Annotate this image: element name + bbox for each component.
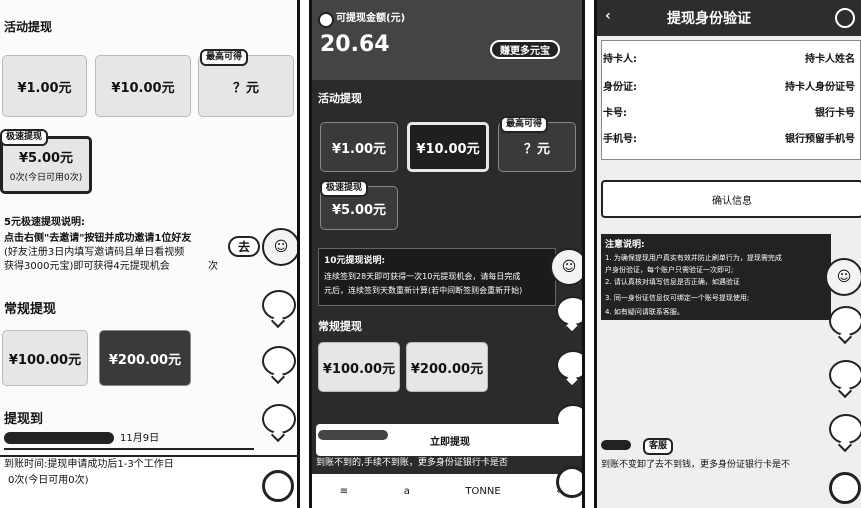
quick-count: 0次(今日可用0次): [9, 173, 83, 183]
notes-title: 10元提现说明:: [324, 256, 386, 266]
divider: [4, 448, 254, 450]
heart-bubble-icon: [829, 306, 861, 336]
chat-bubble-icon: [829, 360, 861, 390]
notes-line-3: 获得3000元宝)即可获得4元提现机会: [4, 261, 170, 272]
amount-card-200[interactable]: ¥200.00元: [406, 342, 488, 392]
earn-more-button[interactable]: 赚更多元宝: [490, 40, 560, 59]
heart-bubble-icon: [262, 290, 296, 320]
quick-amount: ¥5.00元: [18, 151, 74, 166]
quick-tag: 极速提现: [0, 129, 49, 146]
amount-card-1[interactable]: ¥1.00元: [320, 122, 398, 172]
record-date: 11月9日: [120, 433, 160, 444]
record-icon[interactable]: [262, 470, 294, 502]
ghost-icon: ☺: [825, 258, 861, 296]
regular-title: 常规提现: [4, 302, 57, 317]
withdraw-panel-1: 活动提现 ¥1.00元 ¥10.00元 ？元 最高可得 ¥5.00元 0次(今日…: [0, 0, 300, 508]
balance-label: 可提现金额(元): [336, 13, 406, 24]
field-label: 卡号:: [603, 107, 627, 119]
field-cardholder[interactable]: 持卡人: 持卡人姓名: [603, 46, 855, 68]
record-title: 提现到: [4, 412, 44, 427]
field-value[interactable]: 持卡人身份证号: [785, 78, 855, 93]
field-label: 手机号:: [603, 133, 637, 145]
notes-line-2: 元后，连续签到天数重新计算(若中间断签则会重新开始): [324, 286, 523, 295]
activity-title: 活动提现: [4, 20, 53, 34]
notes-line-5: 4. 如有疑问请联系客服。: [605, 308, 684, 316]
notes-line-1: 1. 为确保提现用户真实有效并防止刷单行为，提现需完成: [605, 254, 782, 262]
field-label: 身份证:: [603, 81, 637, 93]
user-bar: [601, 440, 631, 450]
nav-item-a[interactable]: a: [404, 486, 410, 497]
field-phone[interactable]: 手机号: 银行预留手机号: [603, 126, 855, 148]
amount-card-10[interactable]: ¥10.00元: [95, 55, 191, 117]
amount-card-10[interactable]: ¥10.00元: [407, 122, 489, 172]
id-verify-panel: ‹ 提现身份验证 持卡人: 持卡人姓名 身份证: 持卡人身份证号 卡号: 银行卡…: [594, 0, 861, 508]
notes-line-2: 户身份验证，每个账户只需验证一次即可;: [605, 266, 734, 274]
field-value[interactable]: 持卡人姓名: [805, 50, 855, 65]
record-icon[interactable]: [556, 466, 582, 498]
heart-bubble-icon: [556, 296, 582, 326]
amount-card-200[interactable]: ¥200.00元: [99, 330, 191, 386]
ghost-icon: ☺: [262, 228, 297, 266]
field-value[interactable]: 银行卡号: [815, 104, 855, 119]
chat-bubble-icon: [262, 404, 296, 434]
back-icon[interactable]: ‹: [605, 8, 611, 24]
notes-line-2: (好友注册3日内填写邀请码且单日看视频: [4, 247, 185, 258]
chat-bubble-icon: [556, 350, 582, 380]
field-value[interactable]: 银行预留手机号: [785, 130, 855, 145]
notes-title: 5元极速提现说明:: [4, 217, 85, 228]
footer-line: 到账不变卸了去不到钱，更多身份证银行卡是不: [601, 460, 791, 470]
invite-button[interactable]: 去: [228, 236, 261, 257]
footer-line-2: 0次(今日可用0次): [8, 475, 89, 486]
field-label: 持卡人:: [603, 53, 637, 65]
footer-line: 到账不到的,手续不到账，更多身份证银行卡是否: [316, 458, 508, 468]
ghost-icon: ☺: [550, 248, 582, 286]
notes-line-4: 3. 同一身份证信息仅可绑定一个账号提现使用;: [605, 294, 750, 302]
page-title: 提现身份验证: [667, 11, 751, 27]
field-card-number[interactable]: 卡号: 银行卡号: [603, 100, 855, 122]
notes-line-1: 点击右侧"去邀请"按钮并成功邀请1位好友: [4, 233, 192, 244]
amount-card-100[interactable]: ¥100.00元: [2, 330, 88, 386]
amount-card-1[interactable]: ¥1.00元: [2, 55, 87, 117]
nav-bar: ≡ a TONNE ‹: [312, 474, 582, 508]
service-tag: 客服: [643, 438, 674, 455]
withdraw-panel-2: 可提现金额(元) 20.64 赚更多元宝 活动提现 ¥1.00元 ¥10.00元…: [309, 0, 585, 508]
footer-line-1: 到账时间:提现申请成功后1-3个工作日: [4, 459, 174, 470]
field-id-card[interactable]: 身份证: 持卡人身份证号: [603, 74, 855, 96]
record-bar: [4, 432, 114, 444]
quick-tag: 极速提现: [320, 180, 369, 197]
menu-icon[interactable]: ≡: [340, 486, 348, 497]
amount-card-100[interactable]: ¥100.00元: [318, 342, 400, 392]
activity-title: 活动提现: [318, 92, 362, 105]
regular-title: 常规提现: [318, 320, 362, 333]
progress-bar: [318, 430, 388, 440]
balance-value: 20.64: [320, 32, 390, 57]
record-icon[interactable]: [829, 472, 861, 504]
coin-icon: [318, 12, 334, 28]
max-tag: 最高可得: [500, 116, 549, 133]
settings-icon[interactable]: [835, 8, 855, 28]
withdraw-button[interactable]: 立即提现: [316, 424, 582, 456]
notes-line-4: 次: [208, 261, 218, 272]
notes-title: 注意说明:: [605, 240, 645, 250]
chat-bubble-icon: [829, 414, 861, 444]
chat-bubble-icon: [262, 346, 296, 376]
notes-line-3: 2. 请认真核对填写信息是否正确，如遇验证: [605, 278, 740, 286]
max-tag: 最高可得: [200, 49, 249, 66]
confirm-button[interactable]: 确认信息: [601, 180, 861, 218]
notes-line-1: 连续签到28天即可获得一次10元提现机会，请每日完成: [324, 272, 521, 281]
nav-item-tonne[interactable]: TONNE: [465, 486, 500, 497]
